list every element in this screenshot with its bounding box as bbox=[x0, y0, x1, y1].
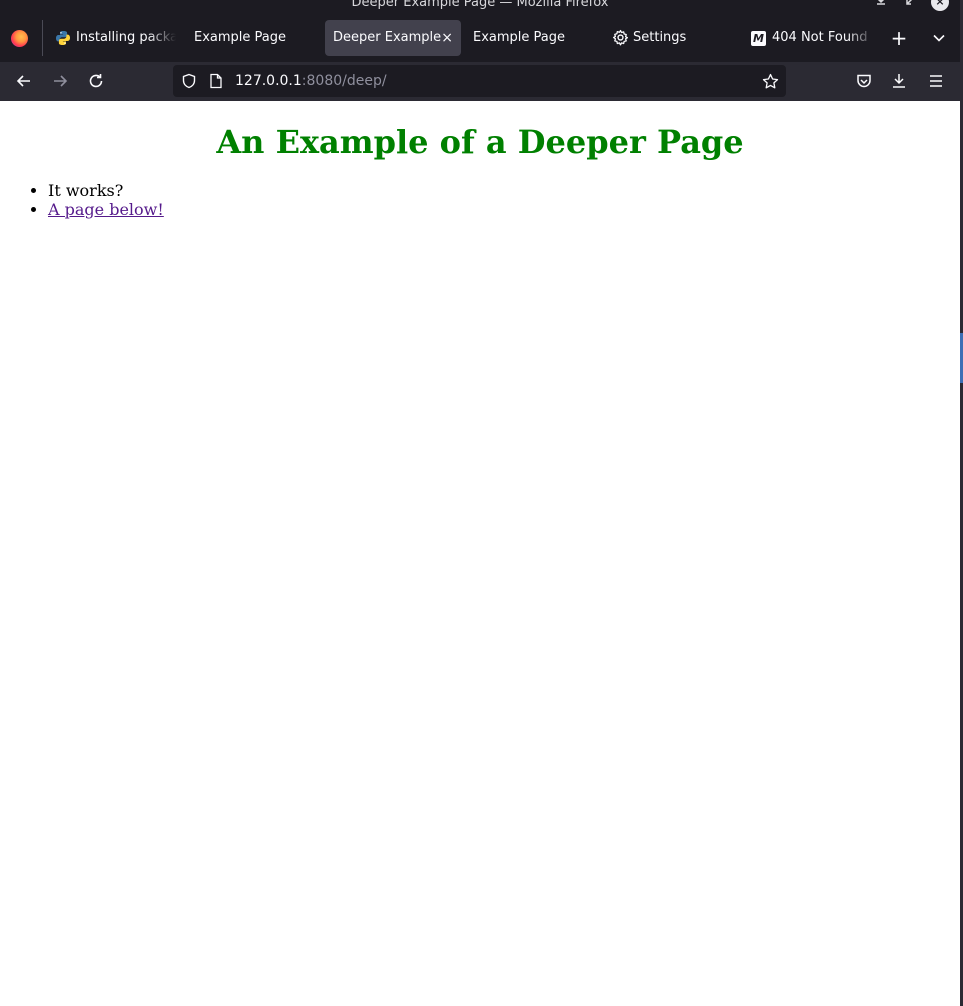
download-icon bbox=[893, 74, 905, 88]
reload-button[interactable] bbox=[79, 64, 113, 98]
bookmark-star-icon[interactable] bbox=[762, 73, 779, 90]
tab-label: Deeper Example bbox=[333, 30, 442, 45]
tab-deeper-example-active[interactable]: Deeper Example × bbox=[325, 20, 461, 56]
tracking-shield-icon[interactable] bbox=[181, 73, 197, 89]
back-arrow-icon bbox=[16, 75, 30, 87]
forward-button[interactable] bbox=[43, 64, 77, 98]
gear-icon bbox=[612, 29, 629, 46]
hamburger-menu-icon bbox=[930, 75, 942, 87]
url-text[interactable]: 127.0.0.1:8080/deep/ bbox=[235, 65, 387, 97]
url-path: :8080/deep/ bbox=[301, 73, 387, 89]
list-item: It works? bbox=[48, 181, 164, 200]
item-list: It works? A page below! bbox=[0, 181, 164, 219]
firefox-logo-icon[interactable] bbox=[11, 30, 28, 47]
tab-settings[interactable]: Settings bbox=[603, 20, 737, 56]
tab-installing-packages[interactable]: Installing packa bbox=[48, 20, 176, 56]
close-tab-icon[interactable]: × bbox=[441, 20, 453, 56]
list-item-text: It works? bbox=[48, 181, 124, 200]
list-all-tabs-button[interactable] bbox=[921, 20, 957, 56]
minimize-icon[interactable] bbox=[873, 0, 889, 10]
tab-label: Example Page bbox=[473, 30, 566, 45]
tab-fade bbox=[148, 20, 176, 56]
m-site-icon: M bbox=[751, 31, 766, 46]
tab-example-page-2[interactable]: Example Page bbox=[465, 20, 595, 56]
pocket-icon bbox=[857, 74, 871, 88]
tab-404-not-found[interactable]: M 404 Not Found bbox=[743, 20, 875, 56]
tab-fade bbox=[847, 20, 875, 56]
chevron-down-icon bbox=[933, 34, 945, 42]
page-info-icon[interactable] bbox=[209, 73, 223, 89]
tab-separator bbox=[42, 20, 43, 56]
downloads-button[interactable] bbox=[882, 64, 916, 98]
page-below-link[interactable]: A page below! bbox=[48, 200, 164, 219]
list-item: A page below! bbox=[48, 200, 164, 219]
tab-label: Settings bbox=[633, 30, 687, 45]
page-heading: An Example of a Deeper Page bbox=[216, 123, 744, 161]
url-host: 127.0.0.1 bbox=[235, 73, 302, 89]
tab-label: Example Page bbox=[194, 30, 287, 45]
python-icon bbox=[56, 31, 70, 45]
window-title: Deeper Example Page — Mozilla Firefox bbox=[351, 0, 609, 10]
navigation-toolbar: 127.0.0.1:8080/deep/ bbox=[0, 62, 960, 102]
tab-example-page[interactable]: Example Page bbox=[186, 20, 316, 56]
window-titlebar: Deeper Example Page — Mozilla Firefox × bbox=[0, 0, 960, 14]
new-tab-button[interactable]: + bbox=[881, 20, 917, 56]
pocket-button[interactable] bbox=[847, 64, 881, 98]
maximize-icon[interactable] bbox=[903, 0, 919, 10]
back-button[interactable] bbox=[7, 64, 41, 98]
page-content: An Example of a Deeper Page It works? A … bbox=[0, 101, 960, 1006]
forward-arrow-icon bbox=[54, 75, 68, 87]
tab-strip: Installing packa Example Page Deeper Exa… bbox=[0, 14, 960, 62]
app-menu-button[interactable] bbox=[919, 64, 953, 98]
reload-icon bbox=[89, 74, 103, 88]
url-bar[interactable]: 127.0.0.1:8080/deep/ bbox=[173, 65, 786, 97]
